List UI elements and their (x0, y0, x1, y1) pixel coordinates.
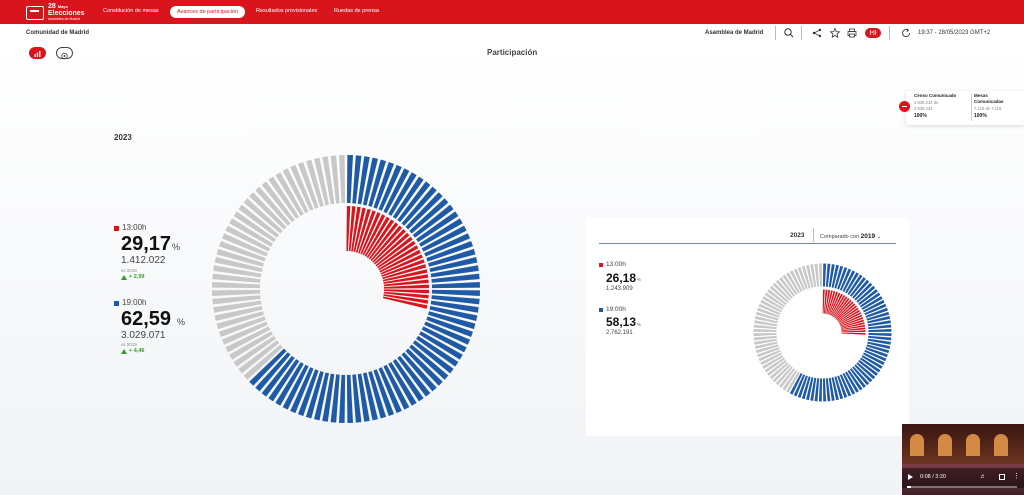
header-divider (775, 26, 776, 40)
header-divider (889, 26, 890, 40)
censo-percent: 100% (914, 113, 927, 119)
more-options-icon[interactable]: ⋮ (1013, 473, 1020, 480)
main-13h-value: 29,17 (121, 233, 172, 255)
legend-13h-swatch (599, 263, 603, 267)
page-title: Participación (487, 48, 538, 57)
main-13h-label: 13:00h (122, 223, 147, 232)
comparison-underline (599, 243, 896, 244)
video-progress-bar[interactable] (907, 486, 1017, 488)
video-arch (994, 434, 1008, 456)
cmp-19h-unit: % (637, 322, 642, 327)
nav-resultados-provisionales[interactable]: Resultados provisionales (256, 8, 317, 14)
participation-19h-bar (818, 378, 823, 402)
participation-19h-bar (431, 281, 480, 289)
legend-13h-swatch (114, 226, 119, 231)
logo-date: 28 Mayo (48, 3, 68, 10)
elecciones-logo[interactable]: 28 Mayo Elecciones Asamblea de Madrid (26, 3, 85, 21)
participation-19h-bar (868, 328, 892, 333)
main-13h-unit: % (172, 242, 181, 252)
mesas-values: 7.118 de 7.118 (974, 106, 1002, 111)
video-arch (938, 434, 952, 456)
remaining-bar (818, 263, 823, 287)
remaining-bar (212, 281, 261, 289)
bar-chart-icon (34, 51, 41, 57)
share-icon[interactable] (811, 27, 823, 39)
participation-19h-bar (346, 374, 354, 423)
chart-view-button[interactable] (29, 47, 46, 59)
map-pin-icon (61, 52, 68, 60)
participation-13h-bar (841, 332, 866, 335)
cmp-13h-label: 13:00h (606, 261, 626, 268)
region-breadcrumb[interactable]: Comunidad de Madrid (26, 30, 89, 36)
chevron-down-icon: ⌄ (876, 234, 882, 240)
participation-19h-bar (822, 378, 827, 402)
up-arrow-icon (121, 275, 127, 280)
participation-19h-bar (868, 332, 892, 337)
main-participation-chart (212, 155, 480, 423)
video-time: 0:08 / 3:20 (920, 474, 946, 480)
nav-ruedas-prensa[interactable]: Ruedas de prensa (334, 8, 379, 14)
main-19h-label: 19:00h (122, 298, 147, 307)
legend-19h-swatch (599, 308, 603, 312)
main-13h-count: 1.412.022 (121, 255, 166, 266)
map-view-button[interactable] (56, 47, 73, 60)
participation-19h-bar (431, 289, 480, 297)
comparison-year: 2023 (790, 232, 805, 239)
print-icon[interactable] (846, 27, 858, 39)
compare-year-dropdown[interactable]: Comparado con 2019 ⌄ (820, 233, 881, 240)
volume-icon[interactable]: ♬ (980, 474, 986, 480)
timestamp: 19:37 - 28/05/2023 GMT+2 (918, 30, 991, 36)
live-badge[interactable]: (•)) (865, 28, 881, 38)
remaining-bar (212, 289, 261, 297)
censo-values: 4.839.234 de (914, 100, 939, 105)
header-divider (801, 26, 802, 40)
cmp-19h-label: 19:00h (606, 306, 626, 313)
cmp-13h-count: 1.243.909 (606, 286, 633, 292)
mesas-label: Mesas (974, 93, 988, 98)
remaining-bar (753, 332, 777, 337)
participation-19h-bar (338, 374, 346, 423)
remaining-bar (753, 328, 777, 333)
census-divider (971, 94, 972, 121)
main-19h-unit: % (177, 317, 186, 327)
nav-constitucion-mesas[interactable]: Constitución de mesas (103, 8, 159, 14)
censo-total: 4.839.234 (914, 106, 933, 111)
video-arch (966, 434, 980, 456)
cmp-19h-value: 58,13 (606, 315, 637, 329)
comparison-participation-chart (753, 263, 892, 402)
video-progress-fill (907, 486, 912, 488)
main-13h-delta: + 2,99 (129, 274, 145, 280)
mesas-label-2: Comunicadas (974, 99, 1004, 104)
nav-avances-participacion[interactable]: Avances de participación (170, 6, 246, 18)
fullscreen-icon[interactable] (999, 474, 1005, 480)
main-19h-value: 62,59 (121, 308, 172, 330)
up-arrow-icon (121, 349, 127, 354)
main-19h-delta: + 4,46 (129, 348, 145, 354)
ballot-box-icon (26, 6, 44, 20)
logo-title: Elecciones (48, 10, 85, 17)
mesas-percent: 100% (974, 113, 987, 119)
legend-19h-swatch (114, 301, 119, 306)
cmp-13h-value: 26,18 (606, 271, 637, 285)
assembly-selector[interactable]: Asamblea de Madrid (705, 30, 763, 36)
cmp-13h-unit: % (637, 277, 642, 282)
censo-label: Censo Comunicado (914, 93, 957, 98)
main-13h-vs: vs 2019 (121, 268, 137, 273)
main-year-label: 2023 (114, 133, 132, 142)
refresh-icon[interactable] (900, 27, 912, 39)
participation-19h-bar (822, 263, 827, 287)
participation-19h-bar (346, 155, 354, 204)
search-icon[interactable] (783, 27, 795, 39)
video-arch (910, 434, 924, 456)
play-icon[interactable] (908, 474, 913, 480)
cmp-19h-count: 2.762.191 (606, 330, 633, 336)
remaining-bar (338, 155, 346, 204)
main-19h-vs: vs 2019 (121, 342, 137, 347)
comparison-divider (813, 228, 814, 242)
star-icon[interactable] (829, 27, 841, 39)
logo-subtitle: Asamblea de Madrid (48, 17, 81, 21)
collapse-census-button[interactable] (899, 101, 910, 112)
main-19h-count: 3.029.071 (121, 330, 166, 341)
